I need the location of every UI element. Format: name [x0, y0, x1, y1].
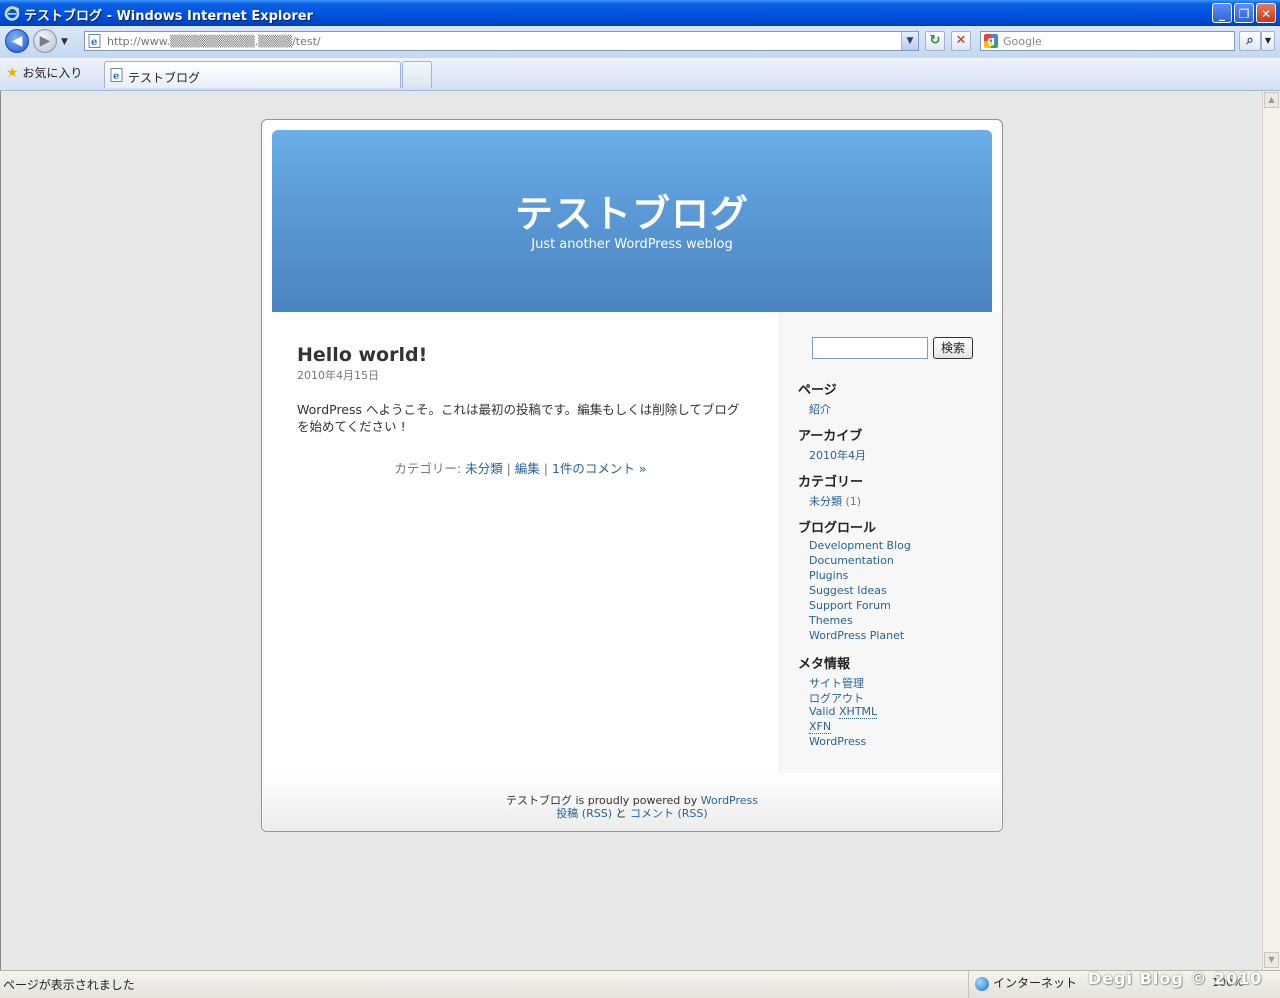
tab-bar: ★ お気に入り e テストブログ: [0, 58, 1280, 91]
blogroll-link[interactable]: Suggest Ideas: [809, 584, 887, 597]
search-box[interactable]: g Google: [980, 31, 1235, 51]
blog-title[interactable]: テストブログ: [272, 183, 992, 238]
star-icon: ★: [6, 65, 19, 81]
address-dropdown-icon[interactable]: ▼: [901, 32, 918, 50]
blog-page: テストブログ Just another WordPress weblog Hel…: [261, 119, 1003, 832]
category-count: (1): [845, 495, 862, 508]
blog-footer: テストブログ is proudly powered by WordPress 投…: [263, 773, 1001, 831]
security-zone[interactable]: インターネット: [968, 971, 1077, 998]
pages-heading: ページ: [798, 383, 837, 398]
blog-header: テストブログ Just another WordPress weblog: [272, 130, 992, 312]
search-input[interactable]: Google: [1003, 35, 1042, 48]
post-meta-prefix: カテゴリー:: [394, 461, 466, 476]
blogroll-link[interactable]: Documentation: [809, 554, 894, 567]
restore-button[interactable]: ❐: [1234, 3, 1254, 23]
blogroll-link[interactable]: Support Forum: [809, 599, 891, 612]
category-link[interactable]: 未分類: [809, 495, 842, 508]
blog-description: Just another WordPress weblog: [531, 237, 733, 252]
entries-rss-link[interactable]: 投稿 (RSS): [556, 807, 612, 820]
archives-heading: アーカイブ: [798, 429, 863, 444]
forward-button[interactable]: ▶: [33, 29, 57, 53]
page-icon: e: [110, 68, 123, 82]
refresh-button[interactable]: ↻: [925, 31, 945, 51]
globe-icon: [975, 977, 989, 991]
post-date: 2010年4月15日: [297, 369, 379, 382]
new-tab-button[interactable]: [402, 61, 432, 88]
post-category-link[interactable]: 未分類: [465, 461, 503, 476]
xhtml-abbr: XHTML: [839, 705, 878, 719]
wordpress-link[interactable]: WordPress: [809, 735, 866, 748]
navigation-toolbar: ◀ ▶ ▼ e http://www.▒▒▒▒▒▒▒▒▒▒.▒▒▒▒/test/…: [0, 26, 1280, 58]
sidebar: 検索 ページ 紹介 アーカイブ 2010年4月 カテゴリー 未分類 (1) ブロ…: [779, 312, 1001, 773]
categories-heading: カテゴリー: [798, 475, 864, 490]
valid-prefix: Valid: [809, 705, 840, 718]
post-body: WordPress へようこそ。これは最初の投稿です。編集もしくは削除してブログ…: [297, 402, 740, 434]
favorites-label: お気に入り: [22, 66, 83, 80]
sidebar-item-category: 未分類 (1): [809, 493, 861, 509]
window-title-bar[interactable]: テストブログ - Windows Internet Explorer _ ❐ ✕: [0, 0, 1280, 26]
tab-title: テストブログ: [128, 71, 201, 85]
page-viewport: テストブログ Just another WordPress weblog Hel…: [0, 91, 1262, 970]
google-icon: g: [984, 34, 998, 48]
valid-xhtml-link[interactable]: Valid XHTML: [809, 705, 878, 719]
meta-heading: メタ情報: [798, 657, 851, 672]
page-icon: e: [88, 34, 101, 48]
address-url[interactable]: http://www.▒▒▒▒▒▒▒▒▒▒.▒▒▒▒/test/: [107, 35, 321, 48]
scroll-down-icon[interactable]: ▼: [1264, 952, 1279, 968]
status-bar: ページが表示されました インターネット 100% Degi Blog © 201…: [0, 969, 1280, 998]
blogroll-link[interactable]: Development Blog: [809, 539, 911, 552]
footer-and: と: [612, 807, 630, 820]
vertical-scrollbar[interactable]: ▲ ▼: [1262, 91, 1280, 970]
watermark: Degi Blog © 2010: [1088, 969, 1263, 988]
search-options-icon[interactable]: ▼: [1261, 31, 1275, 51]
address-bar[interactable]: e http://www.▒▒▒▒▒▒▒▒▒▒.▒▒▒▒/test/ ▼: [84, 31, 919, 51]
zone-label: インターネット: [993, 976, 1078, 990]
blogroll-link[interactable]: WordPress Planet: [809, 629, 904, 642]
search-input[interactable]: [812, 337, 928, 359]
site-admin-link[interactable]: サイト管理: [809, 675, 864, 691]
post-edit-link[interactable]: 編集: [515, 461, 540, 476]
search-button[interactable]: 検索: [933, 337, 973, 359]
stop-button[interactable]: ✕: [951, 31, 971, 51]
post-comments-link[interactable]: 1件のコメント »: [552, 461, 647, 476]
blogroll-heading: ブログロール: [798, 521, 877, 536]
minimize-button[interactable]: _: [1212, 3, 1232, 23]
logout-link[interactable]: ログアウト: [809, 690, 864, 706]
back-button[interactable]: ◀: [5, 29, 29, 53]
forward-arrow-icon: ▶: [39, 33, 51, 49]
status-text: ページが表示されました: [3, 978, 135, 992]
favorites-button[interactable]: ★ お気に入り: [6, 64, 82, 81]
svg-text:e: e: [91, 37, 97, 48]
close-button[interactable]: ✕: [1256, 3, 1276, 23]
blogroll-link[interactable]: Plugins: [809, 569, 848, 582]
post-title[interactable]: Hello world!: [297, 344, 427, 366]
comments-rss-link[interactable]: コメント (RSS): [630, 807, 708, 820]
meta-separator: |: [502, 461, 515, 476]
ie-logo-icon: [4, 6, 20, 21]
meta-separator: |: [539, 461, 552, 476]
back-arrow-icon: ◀: [11, 33, 23, 49]
sidebar-item-page[interactable]: 紹介: [809, 401, 831, 417]
window-title: テストブログ - Windows Internet Explorer: [24, 9, 313, 24]
footer-feeds: 投稿 (RSS) と コメント (RSS): [263, 805, 1001, 821]
blogroll-link[interactable]: Themes: [809, 614, 853, 627]
search-icon[interactable]: ⌕: [1239, 31, 1261, 51]
svg-text:e: e: [113, 71, 119, 82]
sidebar-item-archive[interactable]: 2010年4月: [809, 447, 866, 463]
scroll-up-icon[interactable]: ▲: [1264, 92, 1279, 108]
xfn-link[interactable]: XFN: [809, 720, 832, 734]
post-meta: カテゴリー: 未分類 | 編集 | 1件のコメント »: [297, 458, 744, 477]
tab-active[interactable]: e テストブログ: [104, 61, 401, 88]
history-dropdown-icon[interactable]: ▼: [61, 37, 68, 47]
